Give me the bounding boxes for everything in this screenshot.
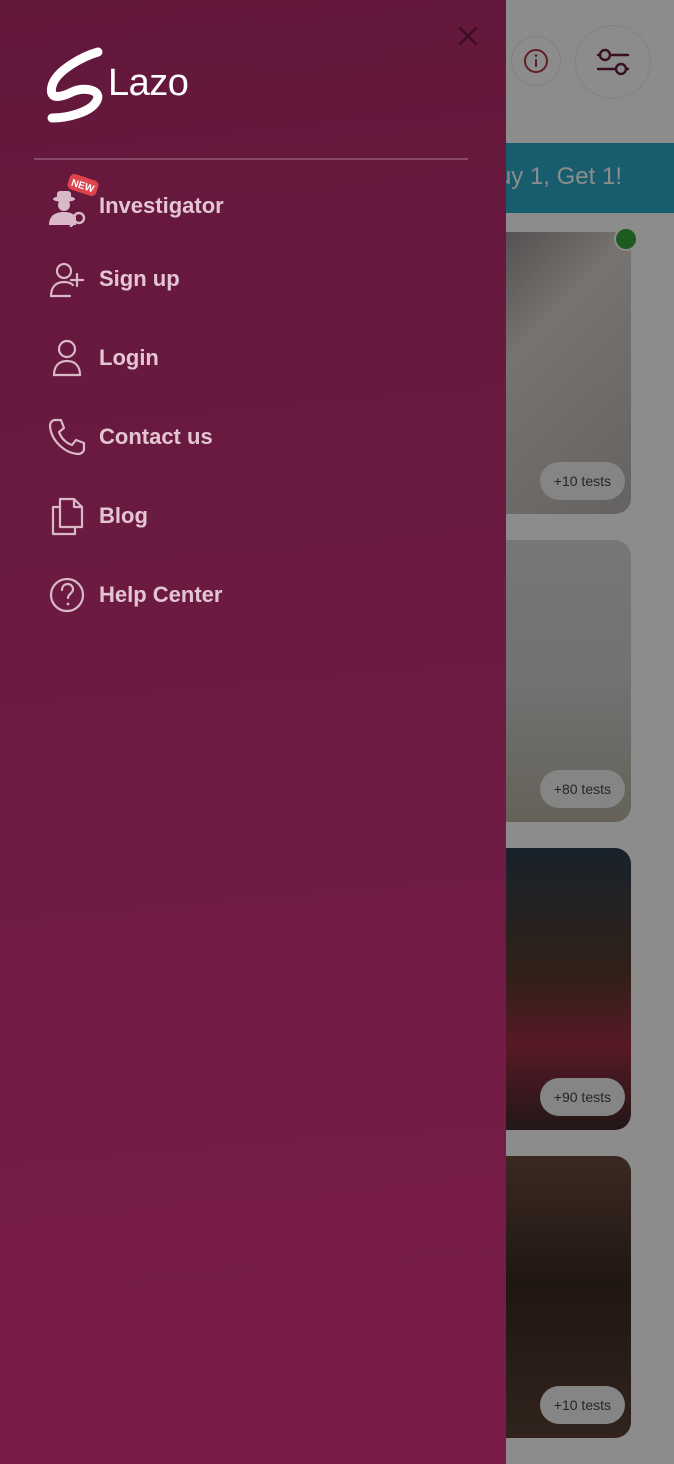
lazo-logo[interactable]: Lazo — [44, 46, 204, 126]
menu-item-login[interactable]: Login — [46, 332, 466, 384]
user-icon — [46, 337, 88, 379]
menu-label: Contact us — [99, 424, 213, 449]
question-circle-icon — [46, 574, 88, 616]
menu-label: Sign up — [99, 266, 180, 291]
logo-text: Lazo — [108, 62, 189, 104]
menu-item-investigator[interactable]: NEW Investigator — [46, 174, 466, 232]
menu-label: Investigator — [99, 193, 224, 218]
new-badge: NEW — [66, 174, 100, 196]
close-button[interactable] — [454, 22, 482, 50]
menu-label: Login — [99, 345, 159, 370]
menu-item-help-center[interactable]: Help Center — [46, 569, 466, 621]
menu-item-contact-us[interactable]: Contact us — [46, 411, 466, 463]
menu-label: Blog — [99, 503, 148, 528]
side-drawer: Lazo NEW Investigator Sign up Login Cont… — [0, 0, 506, 1464]
documents-icon — [46, 495, 88, 537]
user-plus-icon — [46, 258, 88, 300]
lazo-logo-mark-icon — [46, 47, 103, 123]
menu-item-blog[interactable]: Blog — [46, 490, 466, 542]
phone-icon — [46, 416, 88, 458]
menu-label: Help Center — [99, 582, 223, 607]
divider — [34, 158, 468, 160]
close-icon — [458, 26, 478, 46]
menu-item-sign-up[interactable]: Sign up — [46, 253, 466, 305]
